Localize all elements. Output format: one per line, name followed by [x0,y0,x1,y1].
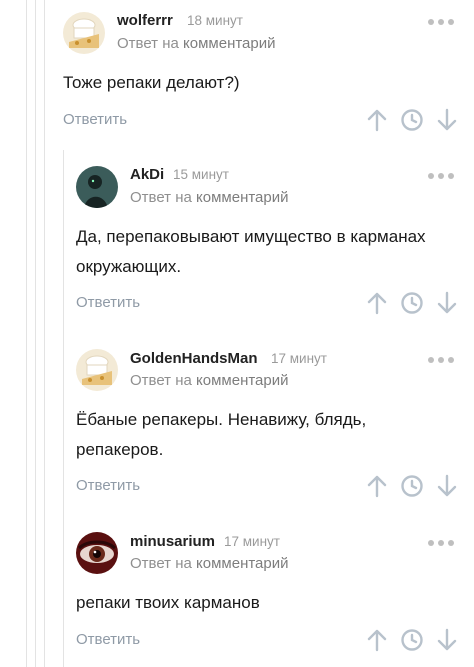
comment-time: 15 минут [173,167,229,182]
thread-line [63,150,64,667]
comment-text: Да, перепаковывают имущество в карманах … [76,222,426,282]
reply-to-label: Ответ на комментарий [117,35,276,52]
reply-button[interactable]: Ответить [76,294,140,311]
baked-goods-avatar-icon [63,12,105,54]
thread-line [35,0,36,667]
baked-goods-avatar-icon [76,349,118,391]
comment-time: 17 минут [271,351,327,366]
comment-author[interactable]: AkDi [130,166,164,183]
comment-text-line: Да, перепаковывают имущество в карманах [76,227,426,246]
reply-to-prefix: Ответ на [117,35,179,52]
thread-line [44,0,45,667]
reply-to-label: Ответ на комментарий [130,372,289,389]
downvote-icon[interactable] [435,108,459,132]
save-clock-icon[interactable] [400,628,424,652]
reply-to-prefix: Ответ на [130,372,192,389]
reply-to-link[interactable]: комментарий [196,189,288,206]
reply-to-link[interactable]: комментарий [196,555,288,572]
eye-avatar-icon [76,532,118,574]
avatar[interactable] [76,532,118,574]
upvote-icon[interactable] [365,291,389,315]
thread-line [26,0,27,667]
avatar[interactable] [76,166,118,208]
upvote-icon[interactable] [365,474,389,498]
more-options-icon[interactable] [428,171,458,181]
downvote-icon[interactable] [435,474,459,498]
save-clock-icon[interactable] [400,291,424,315]
reply-to-link[interactable]: комментарий [196,372,288,389]
reply-button[interactable]: Ответить [76,477,140,494]
more-options-icon[interactable] [428,355,458,365]
reply-to-label: Ответ на комментарий [130,555,289,572]
reply-to-prefix: Ответ на [130,555,192,572]
comment-time: 17 минут [224,534,280,549]
reply-button[interactable]: Ответить [63,111,127,128]
upvote-icon[interactable] [365,628,389,652]
save-clock-icon[interactable] [400,474,424,498]
save-clock-icon[interactable] [400,108,424,132]
comment-author[interactable]: wolferrr [117,12,173,29]
reply-to-link[interactable]: комментарий [183,35,275,52]
comment-text-line: Ёбаные репакеры. Ненавижу, блядь, [76,410,367,429]
upvote-icon[interactable] [365,108,389,132]
comment-author[interactable]: minusarium [130,533,215,550]
reply-button[interactable]: Ответить [76,631,140,648]
reply-to-label: Ответ на комментарий [130,189,289,206]
avatar[interactable] [63,12,105,54]
more-options-icon[interactable] [428,17,458,27]
downvote-icon[interactable] [435,291,459,315]
downvote-icon[interactable] [435,628,459,652]
comment-text: Ёбаные репакеры. Ненавижу, блядь, репаке… [76,405,366,465]
comment-text-line: репакеров. [76,440,164,459]
comment-time: 18 минут [187,13,243,28]
comment-text-line: окружающих. [76,257,182,276]
comment-text: Тоже репаки делают?) [63,73,240,92]
comment-author[interactable]: GoldenHandsMan [130,350,258,367]
reply-to-prefix: Ответ на [130,189,192,206]
more-options-icon[interactable] [428,538,458,548]
avatar[interactable] [76,349,118,391]
dark-figure-avatar-icon [76,166,118,208]
comment-text: репаки твоих карманов [76,593,260,612]
